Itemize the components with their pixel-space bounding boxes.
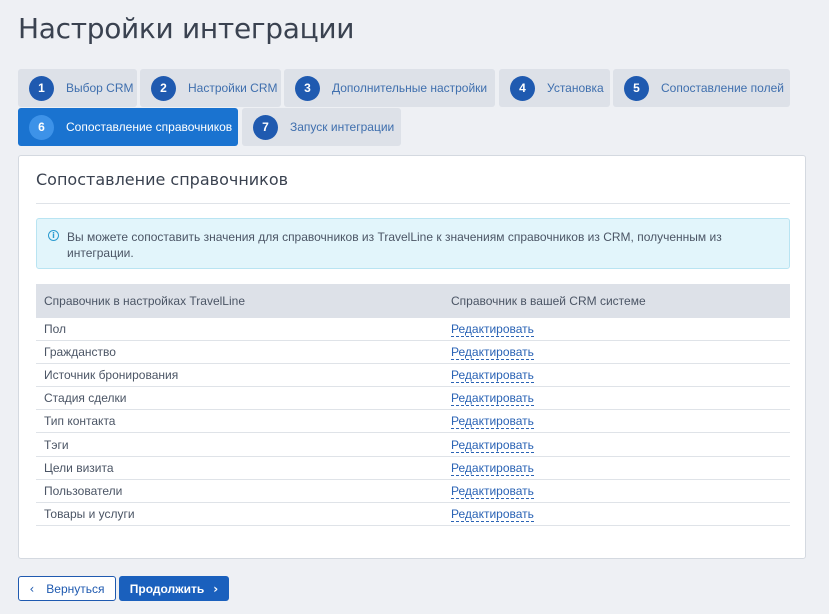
chevron-left-icon: ‹ [29,581,35,596]
info-circle-icon: i [48,230,59,241]
column-header-travelline: Справочник в настройках TravelLine [44,294,245,308]
back-button-label: Вернуться [46,581,105,596]
step-number: 3 [295,75,320,101]
edit-link[interactable]: Редактировать [451,414,534,430]
table-row: Источник бронирования Редактировать [36,364,790,388]
page-title: Настройки интеграции [18,12,355,45]
edit-link[interactable]: Редактировать [451,506,534,522]
table-row: Пользователи Редактировать [36,480,790,503]
edit-link[interactable]: Редактировать [451,483,534,499]
step-number: 2 [151,75,176,101]
reference-name: Тип контакта [44,414,116,429]
step-4-installation[interactable]: 4 Установка [499,69,610,107]
table-row: Цели визита Редактировать [36,457,790,480]
table-header: Справочник в настройках TravelLine Справ… [36,284,790,318]
step-label: Выбор CRM [66,81,134,95]
reference-name: Источник бронирования [44,368,179,383]
card-title: Сопоставление справочников [36,170,289,189]
table-row: Пол Редактировать [36,318,790,342]
step-number: 6 [29,114,54,140]
continue-button[interactable]: Продолжить › [119,576,229,601]
reference-name: Тэги [44,437,69,452]
edit-link[interactable]: Редактировать [451,322,534,338]
table-row: Тэги Редактировать [36,433,790,457]
edit-link[interactable]: Редактировать [451,437,534,453]
chevron-right-icon: › [213,581,219,596]
column-header-crm: Справочник в вашей CRM системе [451,294,646,308]
step-label: Установка [547,81,604,95]
step-label: Сопоставление справочников [66,120,233,134]
step-number: 5 [624,75,649,101]
step-label: Дополнительные настройки [332,81,488,95]
back-button[interactable]: ‹ Вернуться [18,576,116,601]
edit-link[interactable]: Редактировать [451,460,534,476]
step-label: Запуск интеграции [290,120,395,134]
step-number: 4 [510,75,535,101]
reference-name: Товары и услуги [44,506,135,521]
reference-name: Пользователи [44,483,123,498]
reference-mapping-card: Сопоставление справочников i Вы можете с… [18,155,806,559]
table-row: Товары и услуги Редактировать [36,503,790,526]
step-5-field-mapping[interactable]: 5 Сопоставление полей [613,69,790,107]
step-number: 1 [29,75,54,101]
edit-link[interactable]: Редактировать [451,368,534,384]
edit-link[interactable]: Редактировать [451,345,534,361]
edit-link[interactable]: Редактировать [451,391,534,407]
reference-name: Стадия сделки [44,391,127,406]
step-7-launch-integration[interactable]: 7 Запуск интеграции [242,108,401,146]
step-1-select-crm[interactable]: 1 Выбор CRM [18,69,137,107]
reference-name: Пол [44,322,67,337]
step-number: 7 [253,114,278,140]
continue-button-label: Продолжить [129,581,205,596]
divider [36,203,790,204]
reference-name: Цели визита [44,460,114,475]
step-label: Сопоставление полей [661,81,784,95]
step-label: Настройки CRM [188,81,278,95]
step-6-reference-mapping[interactable]: 6 Сопоставление справочников [18,108,238,146]
step-3-additional-settings[interactable]: 3 Дополнительные настройки [284,69,495,107]
info-alert: i Вы можете сопоставить значения для спр… [36,218,790,269]
reference-name: Гражданство [44,345,116,360]
table-row: Тип контакта Редактировать [36,410,790,434]
reference-table: Справочник в настройках TravelLine Справ… [36,284,790,526]
table-row: Гражданство Редактировать [36,341,790,365]
table-row: Стадия сделки Редактировать [36,387,790,411]
step-2-crm-settings[interactable]: 2 Настройки CRM [140,69,281,107]
info-alert-text: Вы можете сопоставить значения для справ… [67,230,722,260]
